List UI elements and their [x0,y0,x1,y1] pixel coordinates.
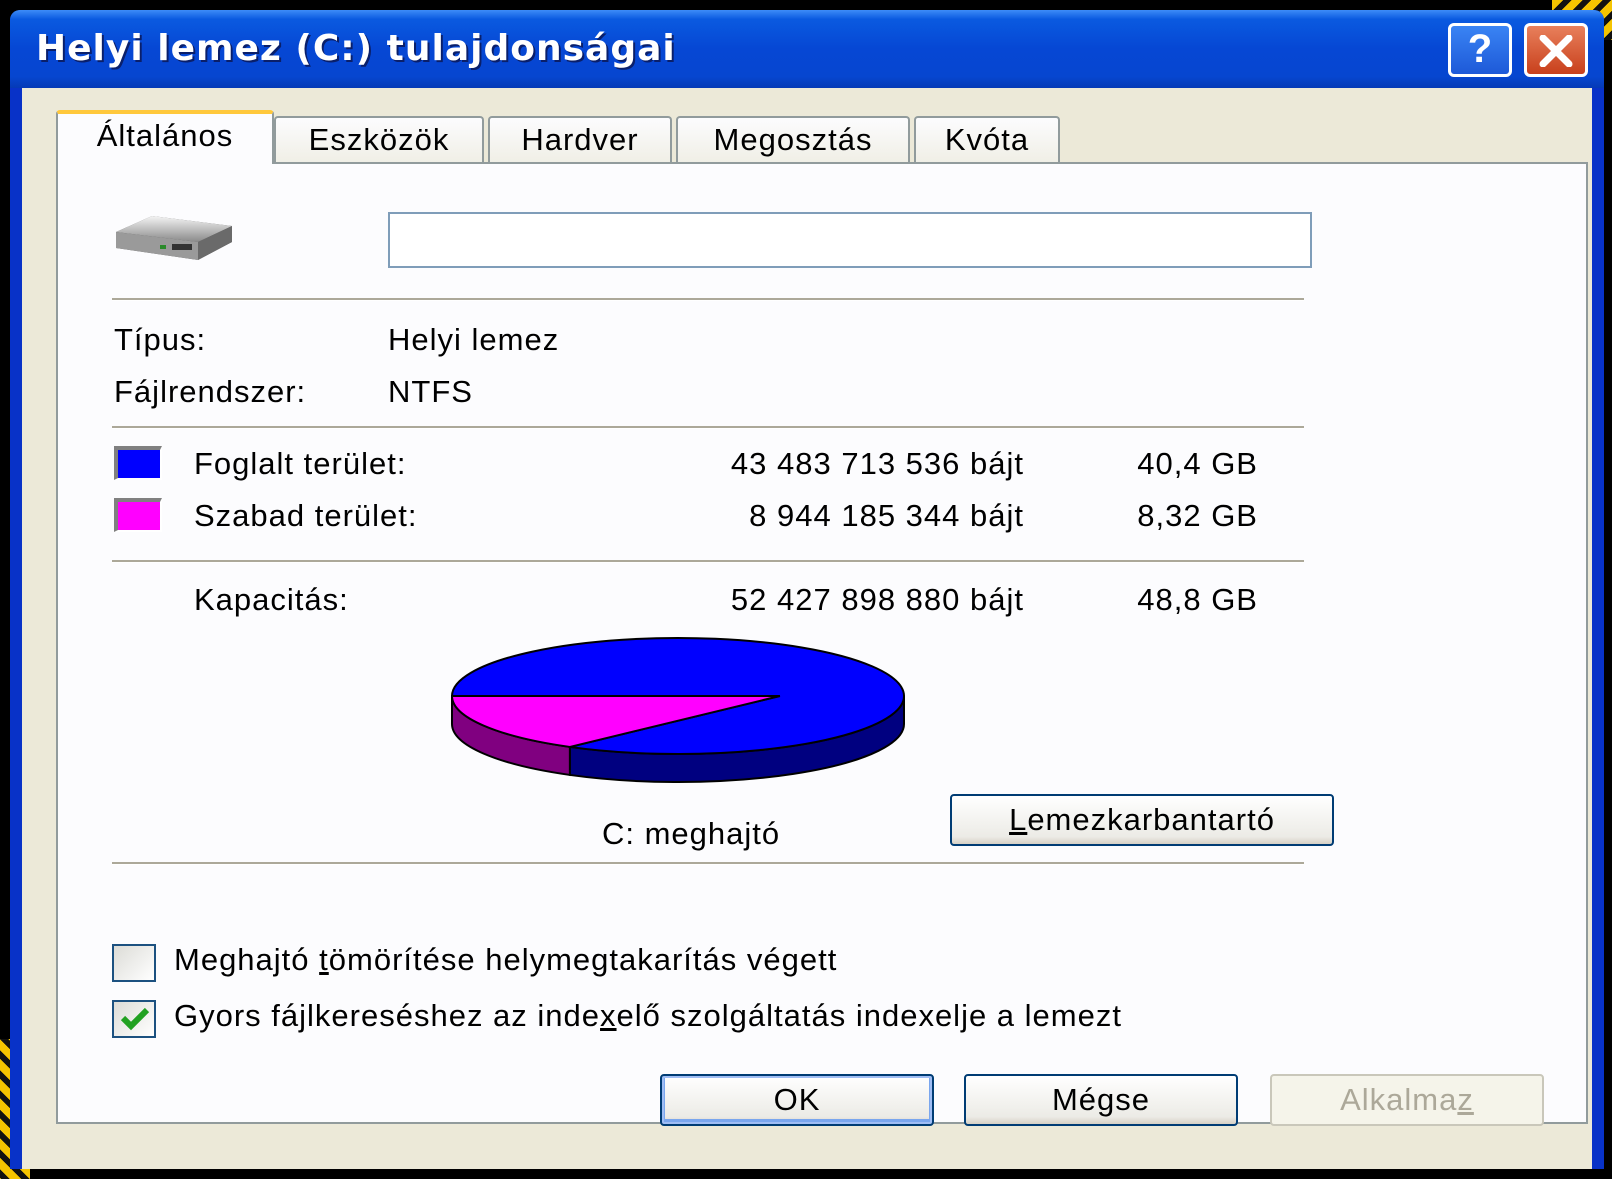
tab-hardware[interactable]: Hardver [488,116,672,162]
tab-tools[interactable]: Eszközök [274,116,484,162]
capacity-bytes: 52 427 898 880 bájt [730,582,1024,617]
used-space-bytes: 43 483 713 536 bájt [730,446,1024,481]
separator [112,560,1304,563]
capacity-label: Kapacitás: [194,582,349,617]
dialog-client: Általános Eszközök Hardver Megosztás Kvó… [22,88,1592,1169]
index-drive-checkbox[interactable] [112,1000,156,1038]
type-value: Helyi lemez [388,322,560,357]
drive-caption: C: meghajtó [602,816,781,851]
compress-drive-checkbox[interactable] [112,944,156,982]
disk-cleanup-button[interactable]: Lemezkarbantartó [950,794,1334,846]
compress-drive-label[interactable]: Meghajtó tömörítése helymegtakarítás vég… [174,942,837,978]
tab-sharing[interactable]: Megosztás [676,116,910,162]
filesystem-value: NTFS [388,374,473,409]
ok-button[interactable]: OK [660,1074,934,1126]
disk-cleanup-accesskey: L [1009,802,1028,837]
volume-name-input[interactable] [388,212,1312,268]
disk-cleanup-label: emezkarbantartó [1027,802,1275,837]
close-icon [1539,35,1573,67]
general-tab-panel: Típus: Helyi lemez Fájlrendszer: NTFS Fo… [56,162,1588,1124]
close-button[interactable] [1524,23,1588,77]
used-space-label: Foglalt terület: [194,446,407,481]
filesystem-label: Fájlrendszer: [114,374,307,409]
apply-button[interactable]: Alkalmaz [1270,1074,1544,1126]
free-space-bytes: 8 944 185 344 bájt [749,498,1024,533]
used-space-swatch [114,446,162,480]
cancel-button[interactable]: Mégse [964,1074,1238,1126]
properties-dialog: Helyi lemez (C:) tulajdonságai ? Általán… [10,10,1604,1169]
free-space-size: 8,32 GB [1137,498,1258,533]
type-label: Típus: [114,322,207,357]
window-title: Helyi lemez (C:) tulajdonságai [36,28,676,69]
separator [112,426,1304,429]
free-space-swatch [114,498,162,532]
separator [112,862,1304,865]
help-button[interactable]: ? [1448,23,1512,77]
free-space-label: Szabad terület: [194,498,418,533]
checkmark-icon [120,1007,150,1031]
disk-usage-pie-chart [450,637,905,783]
used-space-size: 40,4 GB [1137,446,1258,481]
index-drive-label[interactable]: Gyors fájlkereséshez az indexelő szolgál… [174,998,1122,1034]
tab-quota[interactable]: Kvóta [914,116,1060,162]
capacity-size: 48,8 GB [1137,582,1258,617]
hard-drive-icon [116,216,232,260]
separator [112,298,1304,301]
title-bar[interactable]: Helyi lemez (C:) tulajdonságai ? [10,10,1604,88]
tab-general[interactable]: Általános [56,110,274,164]
